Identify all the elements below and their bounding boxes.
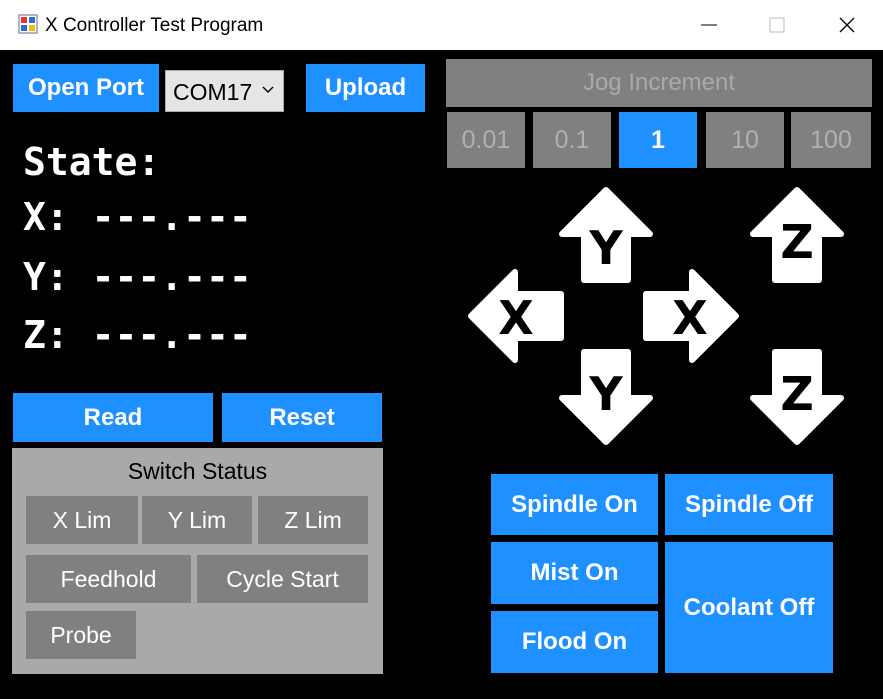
- chevron-down-icon: [262, 86, 274, 93]
- z-lim-indicator: Z Lim: [258, 496, 368, 544]
- close-button[interactable]: [812, 0, 882, 50]
- jog-increment-header: Jog Increment: [446, 59, 872, 107]
- jog-increment-button[interactable]: 0.1: [533, 112, 611, 168]
- upload-button[interactable]: Upload: [306, 64, 425, 112]
- window-title: X Controller Test Program: [45, 15, 264, 36]
- jog-x-minus-label: X: [498, 291, 534, 345]
- jog-increment-button[interactable]: 100: [791, 112, 871, 168]
- app-icon: [18, 14, 38, 34]
- y-lim-indicator: Y Lim: [142, 496, 252, 544]
- mist-on-button[interactable]: Mist On: [491, 542, 658, 604]
- jog-z-minus-label: Z: [780, 367, 814, 421]
- jog-z-plus-label: Z: [780, 215, 814, 269]
- z-position-readout: Z: ---.---: [23, 313, 252, 357]
- port-select-value: COM17: [173, 79, 253, 105]
- flood-on-button[interactable]: Flood On: [491, 611, 658, 673]
- switch-status-panel: Switch Status X Lim Y Lim Z Lim Feedhold…: [12, 448, 383, 674]
- coolant-off-button[interactable]: Coolant Off: [665, 542, 833, 673]
- jog-increment-button[interactable]: 0.01: [447, 112, 525, 168]
- jog-x-plus-label: X: [672, 291, 708, 345]
- spindle-off-button[interactable]: Spindle Off: [665, 474, 833, 535]
- minimize-icon: [701, 24, 717, 26]
- reset-button[interactable]: Reset: [222, 393, 382, 442]
- spindle-on-button[interactable]: Spindle On: [491, 474, 658, 535]
- switch-status-title: Switch Status: [127, 458, 268, 484]
- minimize-button[interactable]: [674, 0, 744, 50]
- open-port-button[interactable]: Open Port: [13, 64, 159, 112]
- state-label: State:: [23, 140, 161, 184]
- close-icon: [839, 17, 855, 33]
- jog-increment-button[interactable]: 1: [619, 112, 697, 168]
- x-position-readout: X: ---.---: [23, 195, 252, 239]
- read-button[interactable]: Read: [13, 393, 213, 442]
- x-lim-indicator: X Lim: [26, 496, 138, 544]
- maximize-button[interactable]: [742, 0, 812, 50]
- port-select[interactable]: COM17: [165, 70, 284, 112]
- y-position-readout: Y: ---.---: [23, 255, 252, 299]
- jog-increment-button[interactable]: 10: [706, 112, 784, 168]
- client-area: Open Port COM17 Upload State: X: ---.---…: [0, 50, 883, 699]
- feedhold-indicator: Feedhold: [26, 555, 191, 603]
- cycle-start-indicator: Cycle Start: [197, 555, 368, 603]
- probe-indicator: Probe: [26, 611, 136, 659]
- jog-y-minus-label: Y: [589, 367, 623, 421]
- title-bar: X Controller Test Program: [0, 0, 883, 50]
- maximize-icon: [769, 17, 785, 33]
- jog-y-plus-label: Y: [589, 221, 623, 275]
